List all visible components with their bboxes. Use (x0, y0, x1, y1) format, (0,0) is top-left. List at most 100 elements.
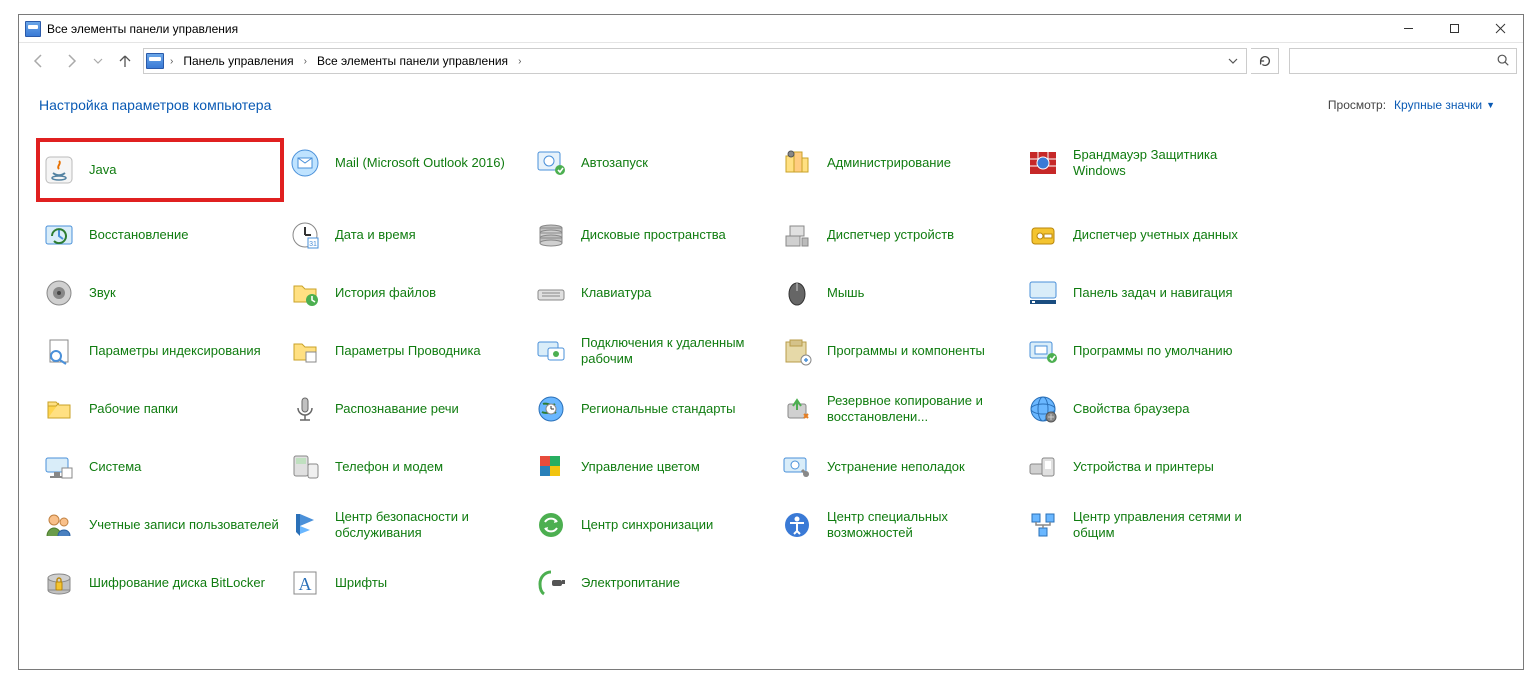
fonts-icon (285, 563, 325, 603)
control-panel-item[interactable]: Резервное копирование и восстановлени... (775, 385, 1021, 433)
control-panel-item[interactable]: Дата и время (283, 211, 529, 259)
item-label: Центр безопасности и обслуживания (335, 509, 527, 540)
control-panel-item[interactable]: Центр управления сетями и общим (1021, 501, 1267, 549)
back-button[interactable] (25, 47, 53, 75)
control-panel-item[interactable]: Шрифты (283, 559, 529, 607)
control-panel-address-icon (146, 53, 164, 69)
address-dropdown[interactable] (1222, 49, 1244, 73)
view-by-value: Крупные значки (1394, 98, 1482, 112)
devicemgr-icon (777, 215, 817, 255)
page-title: Настройка параметров компьютера (39, 97, 271, 113)
item-label: Шифрование диска BitLocker (89, 575, 265, 591)
minimize-icon (1403, 23, 1414, 34)
minimize-button[interactable] (1385, 15, 1431, 43)
item-label: Устранение неполадок (827, 459, 965, 475)
control-panel-item[interactable]: Подключения к удаленным рабочим (529, 327, 775, 375)
power-icon (531, 563, 571, 603)
up-button[interactable] (111, 47, 139, 75)
control-panel-item[interactable]: Устранение неполадок (775, 443, 1021, 491)
item-label: Центр управления сетями и общим (1073, 509, 1265, 540)
storage-icon (531, 215, 571, 255)
item-label: Параметры Проводника (335, 343, 481, 359)
control-panel-item[interactable]: Диспетчер учетных данных (1021, 211, 1267, 259)
bitlocker-icon (39, 563, 79, 603)
breadcrumb-root[interactable]: Панель управления (179, 52, 297, 70)
system-icon (39, 447, 79, 487)
control-panel-item[interactable]: История файлов (283, 269, 529, 317)
devices-icon (1023, 447, 1063, 487)
recovery-icon (39, 215, 79, 255)
workfolders-icon (39, 389, 79, 429)
control-panel-item[interactable]: Брандмауэр Защитника Windows (1021, 139, 1267, 187)
control-panel-item[interactable]: Распознавание речи (283, 385, 529, 433)
close-button[interactable] (1477, 15, 1523, 43)
control-panel-item[interactable]: Система (37, 443, 283, 491)
control-panel-item[interactable]: Параметры индексирования (37, 327, 283, 375)
item-label: Подключения к удаленным рабочим (581, 335, 773, 366)
refresh-button[interactable] (1251, 48, 1279, 74)
forward-button[interactable] (57, 47, 85, 75)
search-input[interactable] (1296, 49, 1496, 73)
item-label: Центр специальных возможностей (827, 509, 1019, 540)
control-panel-item[interactable]: Программы и компоненты (775, 327, 1021, 375)
window-frame: Все элементы панели управления (18, 14, 1524, 670)
control-panel-item[interactable]: Автозапуск (529, 139, 775, 187)
maximize-button[interactable] (1431, 15, 1477, 43)
ease-icon (777, 505, 817, 545)
control-panel-item[interactable]: Мышь (775, 269, 1021, 317)
control-panel-item[interactable]: Электропитание (529, 559, 775, 607)
title-bar: Все элементы панели управления (19, 15, 1523, 43)
control-panel-item[interactable]: Центр безопасности и обслуживания (283, 501, 529, 549)
control-panel-item[interactable]: Центр синхронизации (529, 501, 775, 549)
phone-icon (285, 447, 325, 487)
item-label: Автозапуск (581, 155, 648, 171)
control-panel-item[interactable]: Устройства и принтеры (1021, 443, 1267, 491)
chevron-down-icon (1228, 56, 1238, 66)
item-label: Мышь (827, 285, 864, 301)
control-panel-item[interactable]: Программы по умолчанию (1021, 327, 1267, 375)
control-panel-item[interactable]: Учетные записи пользователей (37, 501, 283, 549)
control-panel-item[interactable]: Клавиатура (529, 269, 775, 317)
control-panel-item[interactable]: Шифрование диска BitLocker (37, 559, 283, 607)
sound-icon (39, 273, 79, 313)
items-grid: Java Mail (Microsoft Outlook 2016) Автозап… (37, 139, 1513, 607)
control-panel-item[interactable]: Администрирование (775, 139, 1021, 187)
control-panel-item[interactable]: Диспетчер устройств (775, 211, 1021, 259)
control-panel-item[interactable]: Панель задач и навигация (1021, 269, 1267, 317)
arrow-right-icon (63, 53, 79, 69)
title-left: Все элементы панели управления (25, 21, 238, 37)
breadcrumb-current[interactable]: Все элементы панели управления (313, 52, 512, 70)
item-label: Программы по умолчанию (1073, 343, 1232, 359)
sync-icon (531, 505, 571, 545)
recent-dropdown[interactable] (89, 47, 107, 75)
item-label: Mail (Microsoft Outlook 2016) (335, 155, 505, 171)
region-icon (531, 389, 571, 429)
search-box[interactable] (1289, 48, 1517, 74)
control-panel-item[interactable]: Управление цветом (529, 443, 775, 491)
crumb-separator-icon: › (170, 56, 173, 67)
control-panel-item[interactable]: Телефон и модем (283, 443, 529, 491)
item-label: Устройства и принтеры (1073, 459, 1214, 475)
item-label: Панель задач и навигация (1073, 285, 1233, 301)
item-label: Электропитание (581, 575, 680, 591)
address-bar[interactable]: › Панель управления › Все элементы панел… (143, 48, 1247, 74)
control-panel-item[interactable]: Звук (37, 269, 283, 317)
control-panel-item[interactable]: Рабочие папки (37, 385, 283, 433)
control-panel-item[interactable]: Восстановление (37, 211, 283, 259)
remoteapp-icon (531, 331, 571, 371)
control-panel-item[interactable]: Mail (Microsoft Outlook 2016) (283, 139, 529, 187)
control-panel-item[interactable]: Региональные стандарты (529, 385, 775, 433)
control-panel-item[interactable]: Java (37, 139, 283, 201)
folderopt-icon (285, 331, 325, 371)
window-title: Все элементы панели управления (47, 22, 238, 36)
credmgr-icon (1023, 215, 1063, 255)
network-icon (1023, 505, 1063, 545)
view-by-dropdown[interactable]: Крупные значки ▼ (1394, 98, 1495, 112)
item-label: Резервное копирование и восстановлени... (827, 393, 1019, 424)
control-panel-item[interactable]: Свойства браузера (1021, 385, 1267, 433)
control-panel-item[interactable]: Центр специальных возможностей (775, 501, 1021, 549)
item-label: Параметры индексирования (89, 343, 261, 359)
control-panel-item[interactable]: Параметры Проводника (283, 327, 529, 375)
window-controls (1385, 15, 1523, 43)
control-panel-item[interactable]: Дисковые пространства (529, 211, 775, 259)
